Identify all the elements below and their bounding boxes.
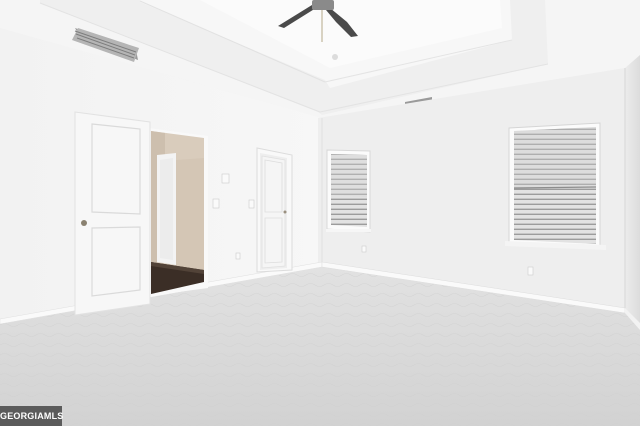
left-door [74, 111, 151, 316]
light-switch [212, 198, 220, 209]
window-middle [326, 149, 371, 233]
thermostat [221, 173, 230, 184]
wall-outlet-right [527, 266, 534, 276]
door-knob [81, 220, 87, 226]
wall-outlet-back [361, 245, 367, 253]
light-switch-2 [248, 199, 255, 209]
hallway-opening [148, 128, 208, 296]
wall-outlet [235, 252, 241, 260]
listing-watermark-logo: GEORGIAMLS [0, 406, 63, 426]
window-right [505, 122, 606, 250]
room-photo [0, 0, 640, 426]
closet-door [256, 147, 293, 273]
